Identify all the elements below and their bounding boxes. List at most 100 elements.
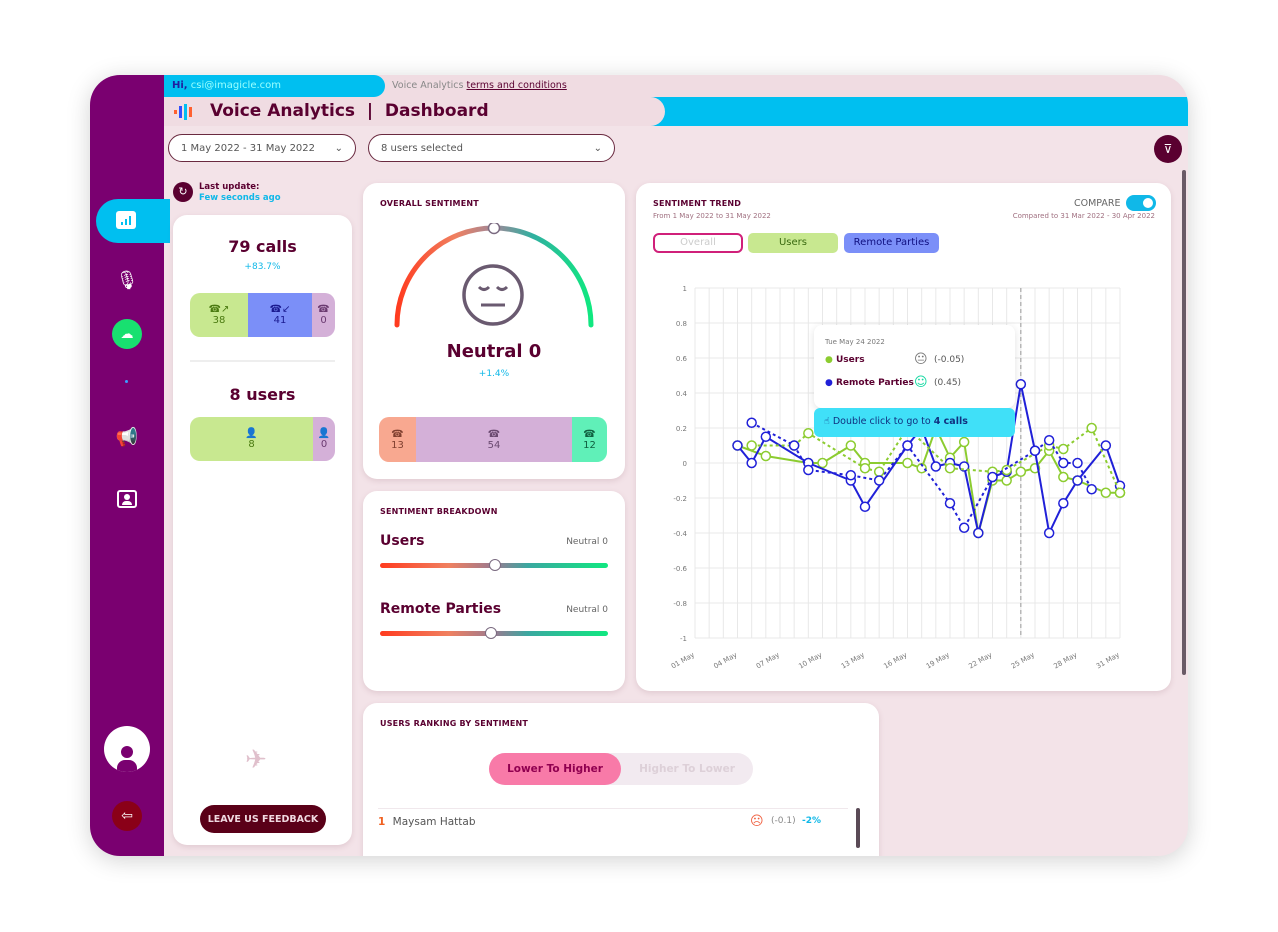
- y-tick-label: -0.2: [673, 495, 687, 503]
- overall-sentiment-change: +1.4%: [478, 369, 510, 379]
- x-tick-label: 31 May: [1095, 651, 1121, 671]
- data-point: [746, 457, 757, 469]
- active-users-segment[interactable]: 👤 8: [190, 417, 313, 461]
- other-calls-segment[interactable]: ☎ 0: [312, 293, 335, 337]
- data-point: [746, 417, 757, 428]
- overall-sentiment-card: OVERALL SENTIMENT Neutral 0 +1.4% ☎ 13 ☎ 5…: [363, 183, 625, 479]
- chart-icon: [116, 211, 136, 229]
- missed-call-icon: ☎: [317, 304, 330, 315]
- overall-sentiment-label: Neutral 0: [446, 341, 542, 362]
- ranking-scrollbar[interactable]: [856, 808, 860, 848]
- tooltip-remote-label: Remote Parties: [836, 378, 914, 388]
- phone-icon: ☎: [583, 428, 596, 440]
- x-tick-label: 13 May: [840, 651, 866, 671]
- cloud-upload-icon[interactable]: ☁: [112, 319, 142, 349]
- y-tick-label: -0.8: [673, 600, 687, 608]
- users-total: 8 users: [229, 385, 296, 404]
- data-point: [788, 440, 800, 451]
- stats-card: 79 calls +83.7% ☎↗ 38 ☎↙ 41 ☎ 0 8 users 👤 8 …: [173, 215, 352, 845]
- data-point: [1015, 466, 1027, 477]
- hand-pointer-icon: ☝: [824, 416, 830, 427]
- data-point: [1114, 487, 1126, 498]
- phone-icon: ☎: [391, 428, 404, 440]
- incoming-calls-segment[interactable]: ☎↙ 41: [248, 293, 312, 337]
- phone-icon: ☎: [487, 428, 501, 440]
- sort-higher-to-lower[interactable]: Higher To Lower: [621, 753, 753, 785]
- breakdown-users-value: Neutral 0: [566, 537, 608, 547]
- sidebar-item-dashboard[interactable]: [96, 199, 170, 243]
- data-point: [845, 440, 857, 451]
- data-point: [817, 457, 828, 469]
- data-point: [930, 461, 942, 472]
- refresh-icon[interactable]: ↻: [173, 182, 193, 202]
- data-point: [987, 471, 998, 483]
- tooltip-remote-value: (0.45): [934, 378, 962, 388]
- ranking-title: USERS RANKING BY SENTIMENT: [380, 719, 529, 728]
- data-point: [1072, 457, 1083, 469]
- data-point: [746, 440, 757, 451]
- x-tick-label: 19 May: [925, 651, 951, 671]
- go-to-calls-button[interactable]: ☝ Double click to go to 4 calls: [814, 408, 1015, 437]
- data-point: [1058, 498, 1069, 509]
- data-point: [803, 464, 814, 476]
- app-window: 🎙 ☁ 📢 ⇦ Hi, csi@imagicle.com Voice Analy…: [90, 75, 1188, 856]
- leave-feedback-button[interactable]: LEAVE US FEEDBACK: [200, 805, 326, 833]
- last-update-label: Last update:: [199, 182, 260, 192]
- go-to-calls-text: Double click to go to: [832, 416, 934, 427]
- ranking-name: Maysam Hattab: [392, 816, 476, 828]
- sort-lower-to-higher[interactable]: Lower To Higher: [489, 753, 621, 785]
- divider: [378, 808, 848, 809]
- logout-icon[interactable]: ⇦: [112, 801, 142, 831]
- inactive-users-count: 0: [320, 439, 328, 450]
- data-point: [859, 463, 871, 474]
- sentiment-trend-chart[interactable]: 1 0.8 0.6 0.4 0.2 0 -0.2 -0.4 -0.6 -0.8 -1 01 May 04…: [636, 183, 1171, 691]
- data-point: [845, 470, 857, 481]
- ranking-rank: 1: [378, 816, 386, 828]
- y-tick-label: 0.2: [676, 425, 687, 433]
- paper-plane-icon: ✈: [245, 745, 267, 775]
- page-scrollbar[interactable]: [1182, 170, 1186, 675]
- date-range-select[interactable]: 1 May 2022 - 31 May 2022 ⌄: [168, 134, 356, 162]
- remote-sentiment-slider: [380, 627, 608, 639]
- data-point: [1100, 440, 1112, 451]
- y-tick-label: 1: [683, 285, 687, 293]
- data-point: [958, 522, 970, 533]
- breakdown-users-label: Users: [380, 533, 425, 549]
- x-tick-label: 28 May: [1052, 651, 1078, 671]
- go-to-calls-count: 4 calls: [933, 416, 968, 427]
- tooltip-users-value: (-0.05): [934, 355, 965, 365]
- happy-face-icon: ☺: [914, 375, 928, 390]
- sentiment-trend-card: SENTIMENT TREND From 1 May 2022 to 31 Ma…: [636, 183, 1171, 691]
- users-select[interactable]: 8 users selected ⌄: [368, 134, 615, 162]
- clear-filter-icon[interactable]: ⊽: [1154, 135, 1182, 163]
- contact-icon[interactable]: [112, 484, 142, 514]
- sad-face-icon: ☹: [750, 814, 764, 829]
- sentiment-calls-bar: ☎ 13 ☎ 54 ☎ 12: [379, 417, 607, 462]
- breakdown-remote-label: Remote Parties: [380, 601, 502, 617]
- negative-calls-segment[interactable]: ☎ 13: [379, 417, 416, 462]
- microphone-icon[interactable]: 🎙: [112, 265, 142, 295]
- avatar[interactable]: [104, 726, 150, 772]
- positive-calls-count: 12: [583, 439, 596, 451]
- ranking-row[interactable]: 1 Maysam Hattab ☹ (-0.1) -2%: [378, 814, 848, 836]
- y-tick-label: -1: [680, 635, 687, 643]
- title-bar: Voice Analytics | Dashboard: [164, 97, 665, 126]
- breakdown-remote-value: Neutral 0: [566, 605, 608, 615]
- voice-analytics-logo: [174, 104, 192, 120]
- data-point: [973, 527, 984, 539]
- overall-sentiment-title: OVERALL SENTIMENT: [380, 199, 479, 208]
- positive-calls-segment[interactable]: ☎ 12: [572, 417, 607, 462]
- x-tick-label: 10 May: [797, 651, 823, 671]
- inactive-users-segment[interactable]: 👤 0: [313, 417, 335, 461]
- page-title: Voice Analytics | Dashboard: [210, 101, 489, 121]
- data-point: [760, 450, 772, 462]
- x-tick-label: 01 May: [670, 651, 696, 671]
- megaphone-icon[interactable]: 📢: [112, 422, 142, 452]
- data-point: [1058, 471, 1069, 483]
- sort-toggle: Lower To Higher Higher To Lower: [489, 753, 753, 785]
- outgoing-calls-segment[interactable]: ☎↗ 38: [190, 293, 248, 337]
- other-calls-count: 0: [320, 315, 327, 326]
- terms-link[interactable]: terms and conditions: [466, 80, 566, 91]
- neutral-calls-segment[interactable]: ☎ 54: [416, 417, 572, 462]
- greeting: Hi,: [172, 80, 188, 91]
